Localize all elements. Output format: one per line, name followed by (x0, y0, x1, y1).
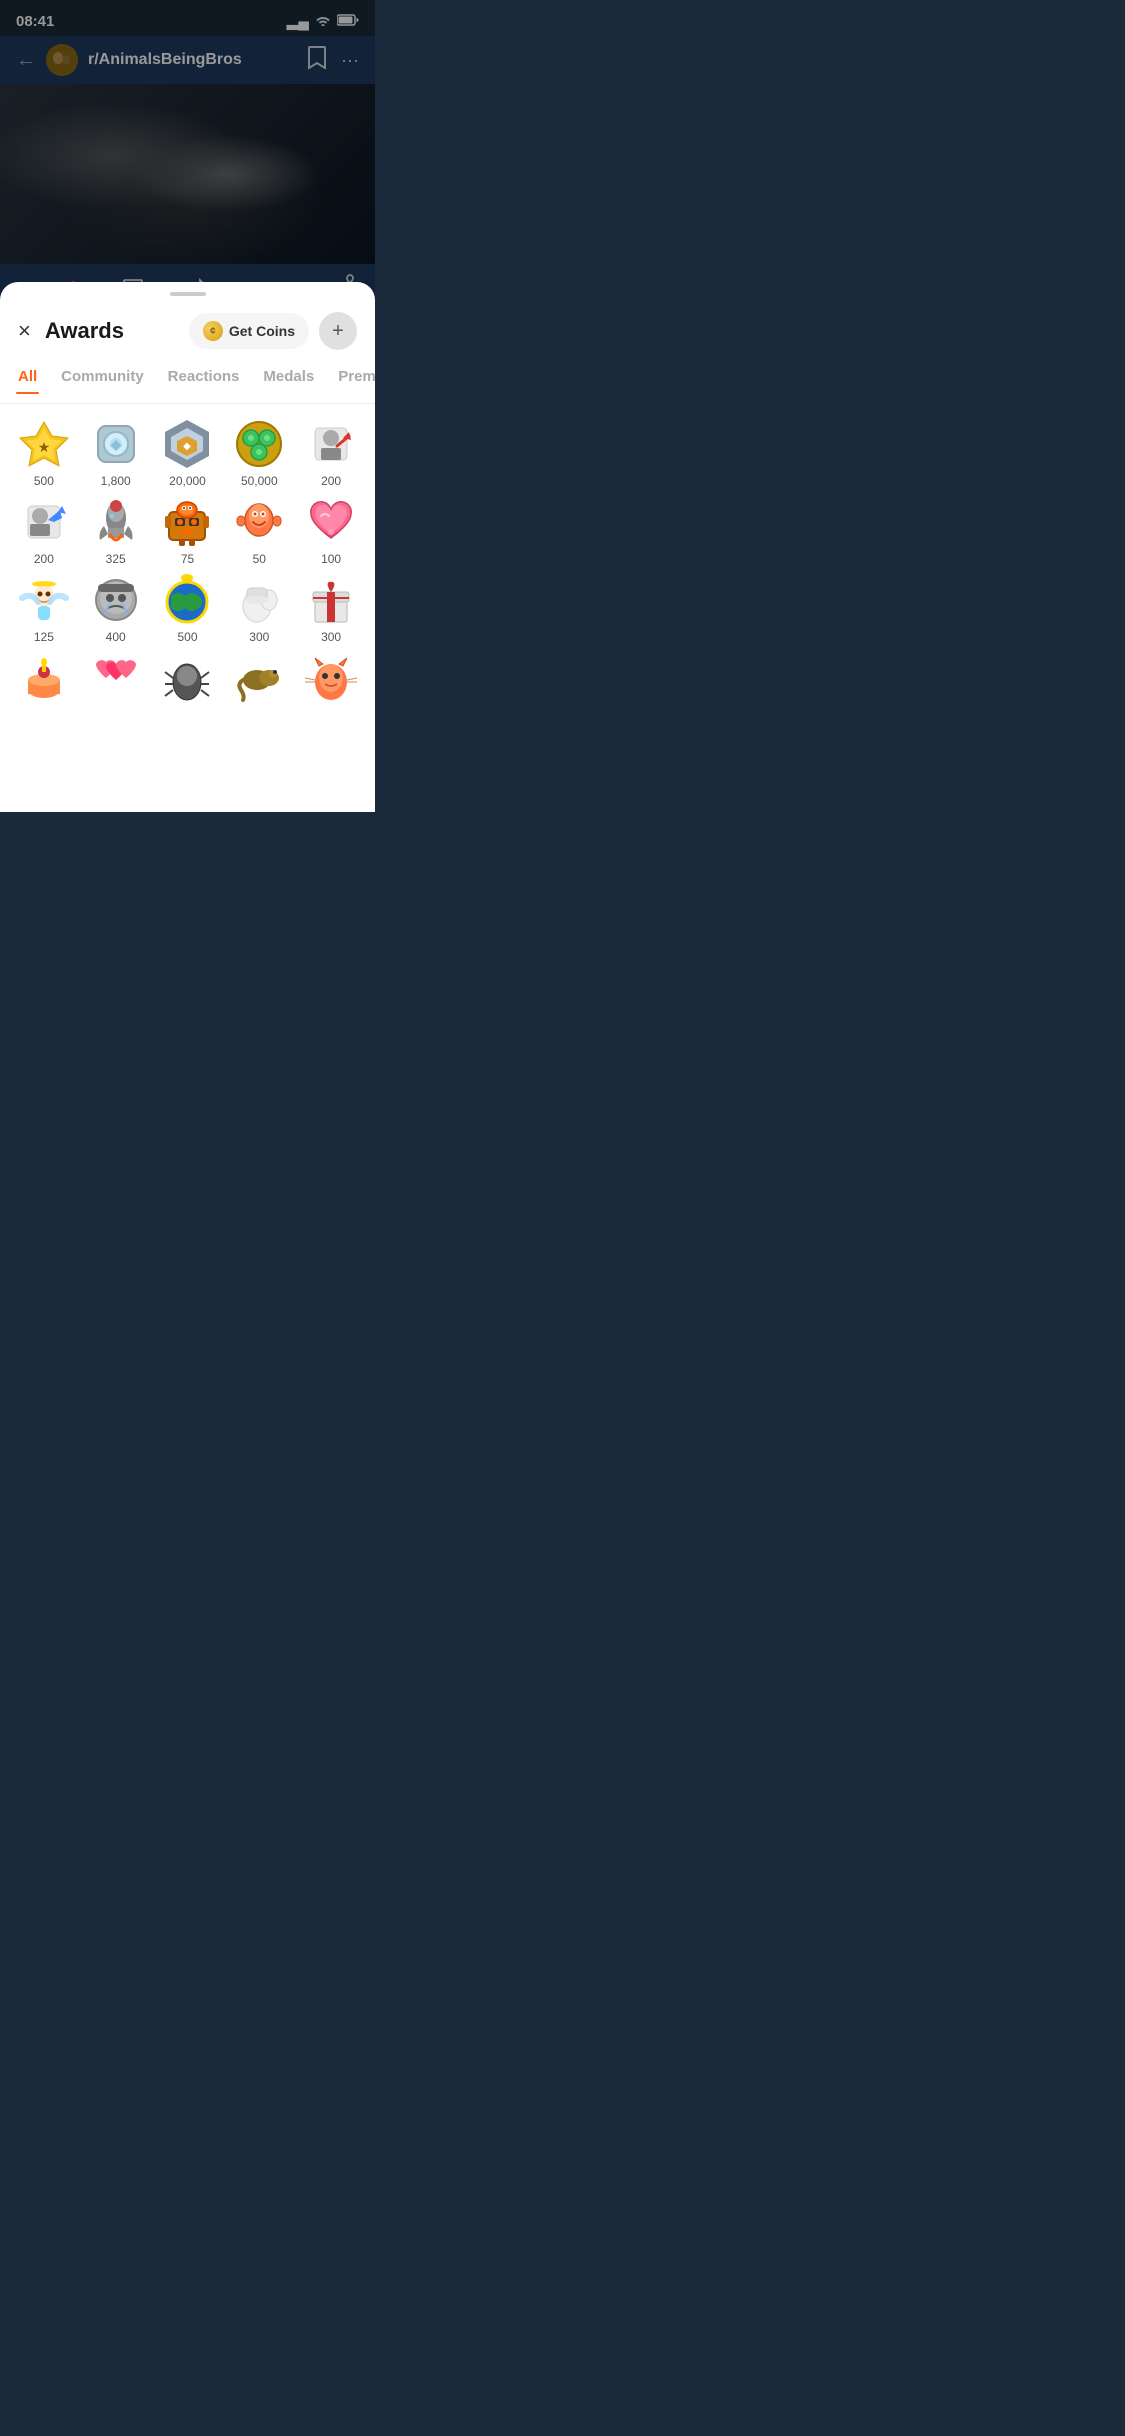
award-rocket[interactable]: 325 (84, 496, 148, 566)
award-snoo-cost: 75 (181, 552, 194, 566)
award-wholesome-snoo[interactable]: 50 (227, 496, 291, 566)
award-rocket-cost: 325 (106, 552, 126, 566)
award-grid: ★ 500 ◆ 1,800 ◆ 20,000 (0, 404, 375, 726)
award-earth[interactable]: 500 (156, 574, 220, 644)
award-snoo-robot[interactable]: 75 (156, 496, 220, 566)
header-left: ← r/AnimalsBeingBros (16, 44, 242, 76)
award-gold-cost: 500 (34, 474, 54, 488)
post-image (0, 84, 375, 264)
award-angel[interactable]: 125 (12, 574, 76, 644)
award-lizard[interactable] (227, 652, 291, 712)
svg-text:◆: ◆ (184, 441, 192, 452)
award-mittens-cost: 300 (249, 630, 269, 644)
sheet-title: Awards (45, 318, 124, 344)
award-angel-cost: 125 (34, 630, 54, 644)
award-argentium[interactable]: ◆ 20,000 (156, 418, 220, 488)
award-argentium-cost: 20,000 (169, 474, 206, 488)
award-rocket-like[interactable]: 200 (12, 496, 76, 566)
app-header: ← r/AnimalsBeingBros ··· (0, 36, 375, 84)
tab-reactions[interactable]: Reactions (166, 364, 242, 393)
award-hearts[interactable] (84, 652, 148, 712)
award-rocket-like-cost: 200 (34, 552, 54, 566)
back-button[interactable]: ← (16, 49, 36, 72)
tab-community[interactable]: Community (59, 364, 146, 393)
sheet-header-left: × Awards (18, 318, 124, 344)
status-bar: 08:41 ▂▄ (0, 0, 375, 36)
cat-image (0, 84, 375, 264)
award-bug[interactable] (156, 652, 220, 712)
award-stonks[interactable]: 200 (299, 418, 363, 488)
battery-icon (337, 13, 359, 30)
wifi-icon (315, 13, 331, 30)
award-gift-cost: 300 (321, 630, 341, 644)
tab-medals[interactable]: Medals (261, 364, 316, 393)
award-snoo-plushie-cost: 50 (253, 552, 266, 566)
close-button[interactable]: × (18, 318, 31, 344)
award-gift[interactable]: 300 (299, 574, 363, 644)
award-sob[interactable]: 400 (84, 574, 148, 644)
more-options-icon[interactable]: ··· (341, 50, 359, 71)
coin-icon: ¢ (203, 321, 223, 341)
award-platinum-cost: 1,800 (101, 474, 131, 488)
svg-text:★: ★ (38, 439, 51, 455)
awards-sheet: × Awards ¢ Get Coins + All Community Rea… (0, 282, 375, 812)
award-cat[interactable] (299, 652, 363, 712)
get-coins-label: Get Coins (229, 323, 295, 339)
time: 08:41 (16, 13, 54, 30)
plus-button[interactable]: + (319, 312, 357, 350)
coins-section: ¢ Get Coins + (189, 312, 357, 350)
subreddit-name: r/AnimalsBeingBros (88, 51, 242, 69)
award-platinum[interactable]: ◆ 1,800 (84, 418, 148, 488)
award-heart[interactable]: 100 (299, 496, 363, 566)
bookmark-icon[interactable] (307, 46, 327, 75)
header-right: ··· (307, 46, 359, 75)
subreddit-icon (46, 44, 78, 76)
signal-icon: ▂▄ (287, 12, 309, 30)
tab-premium[interactable]: Prem (336, 364, 375, 393)
award-mittens[interactable]: 300 (227, 574, 291, 644)
get-coins-button[interactable]: ¢ Get Coins (189, 313, 309, 349)
award-ternion-cost: 50,000 (241, 474, 278, 488)
award-cake[interactable] (12, 652, 76, 712)
award-earth-cost: 500 (177, 630, 197, 644)
sheet-header: × Awards ¢ Get Coins + (0, 296, 375, 360)
award-stonks-cost: 200 (321, 474, 341, 488)
status-icons: ▂▄ (287, 12, 359, 30)
award-tabs: All Community Reactions Medals Prem (0, 360, 375, 404)
award-heart-cost: 100 (321, 552, 341, 566)
award-gold[interactable]: ★ 500 (12, 418, 76, 488)
award-sob-cost: 400 (106, 630, 126, 644)
award-ternion[interactable]: 50,000 (227, 418, 291, 488)
tab-all[interactable]: All (16, 364, 39, 393)
